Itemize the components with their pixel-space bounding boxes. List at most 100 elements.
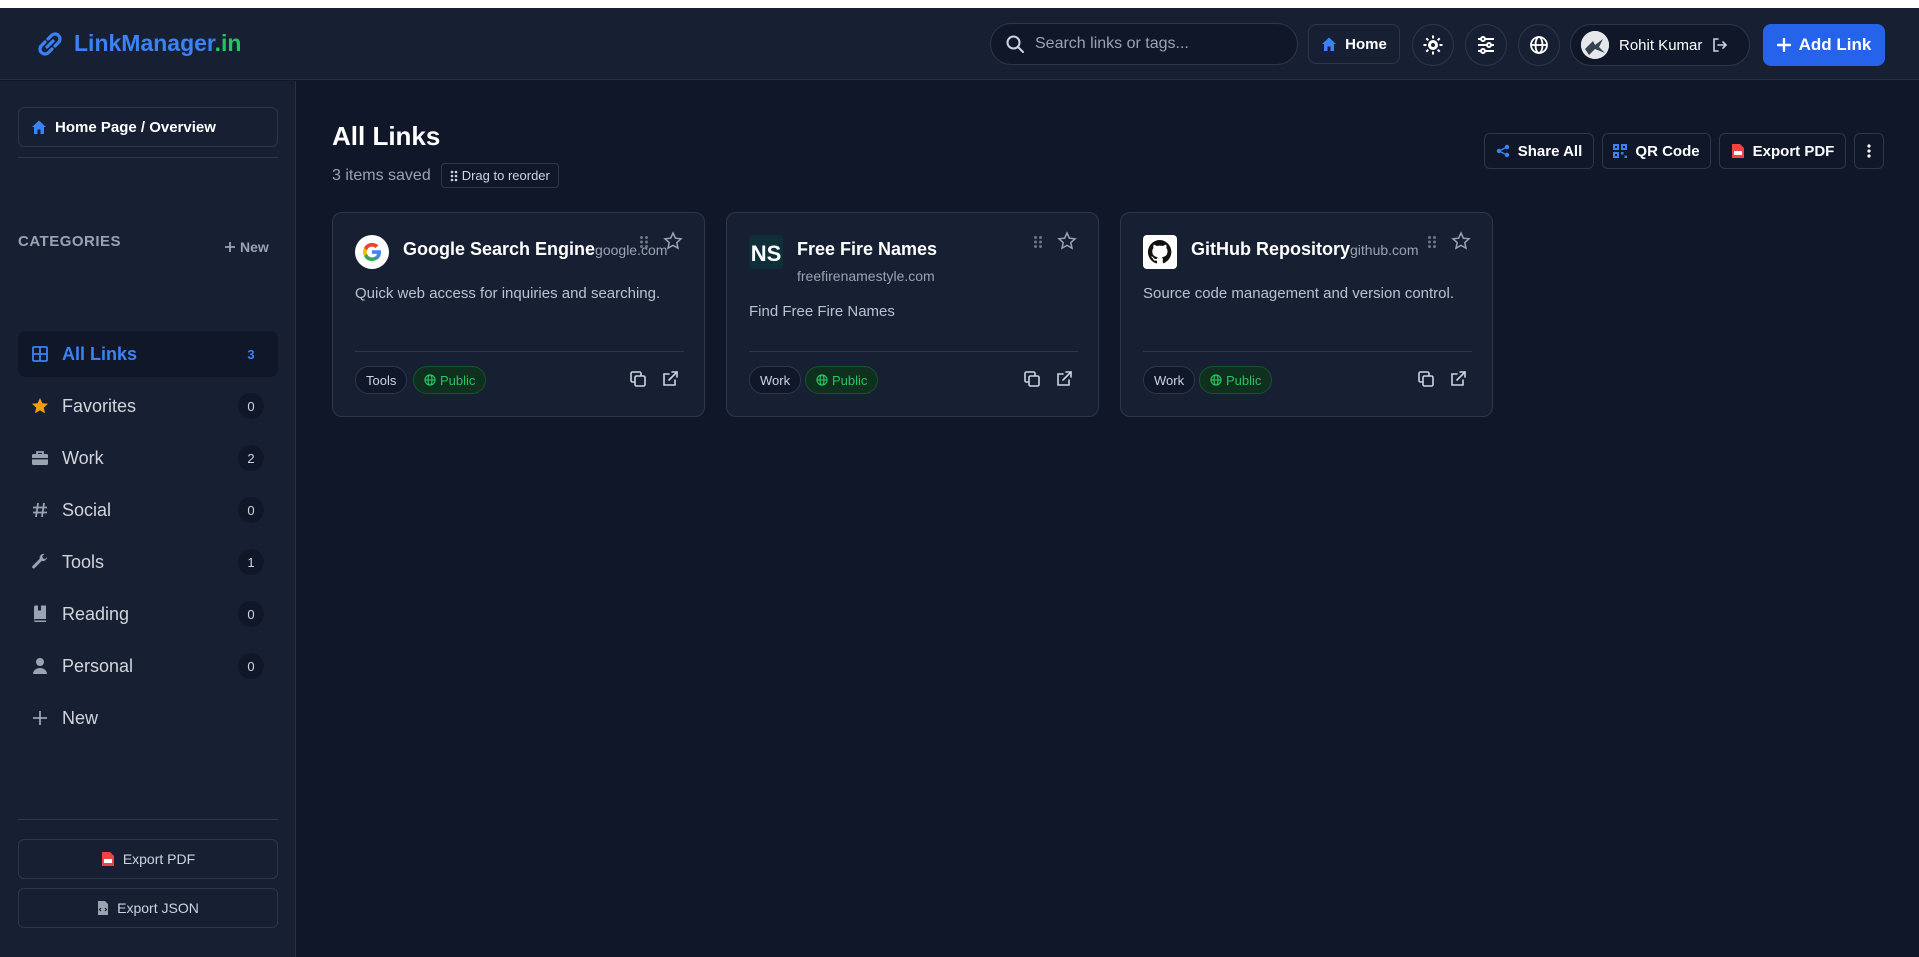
new-category-button[interactable]: New	[224, 239, 269, 255]
drag-handle-icon[interactable]	[1427, 235, 1437, 249]
drag-hint-label: Drag to reorder	[461, 168, 550, 183]
github-favicon	[1143, 235, 1177, 269]
sidebar-item-tools[interactable]: Tools 1	[18, 539, 278, 585]
drag-handle-icon[interactable]	[1033, 235, 1043, 249]
sidebar-item-favorites[interactable]: Favorites 0	[18, 383, 278, 429]
browser-top-strip	[0, 0, 1919, 8]
divider	[18, 819, 278, 820]
sidebar-item-label: New	[62, 707, 99, 728]
home-button-label: Home	[1345, 35, 1387, 53]
logo-text: LinkManager	[74, 30, 215, 56]
copy-icon[interactable]	[1417, 370, 1435, 388]
add-link-button[interactable]: Add Link	[1763, 24, 1885, 66]
share-all-button[interactable]: Share All	[1484, 133, 1594, 169]
theme-toggle-button[interactable]	[1412, 24, 1454, 66]
search-input[interactable]	[1035, 35, 1285, 53]
count-badge: 0	[238, 393, 264, 419]
user-menu[interactable]: Rohit Kumar	[1570, 24, 1750, 66]
link-domain: freefirenamestyle.com	[797, 268, 935, 284]
pdf-icon	[1731, 144, 1744, 158]
link-title[interactable]: GitHub Repositorygithub.com	[1191, 239, 1419, 260]
link-card[interactable]: NS Free Fire Names freefirenamestyle.com…	[726, 212, 1099, 417]
export-pdf-header-label: Export PDF	[1752, 142, 1835, 160]
visibility-badge: Public	[413, 366, 487, 394]
external-link-icon[interactable]	[1055, 370, 1073, 388]
new-category-label: New	[240, 239, 269, 255]
copy-icon[interactable]	[1023, 370, 1041, 388]
add-link-label: Add Link	[1798, 35, 1872, 54]
divider	[1143, 351, 1472, 352]
visibility-label: Public	[1226, 372, 1262, 388]
book-icon	[34, 605, 46, 622]
sidebar-item-work[interactable]: Work 2	[18, 435, 278, 481]
search-box[interactable]	[990, 23, 1298, 65]
svg-text:NS: NS	[751, 241, 782, 266]
external-link-icon[interactable]	[1449, 370, 1467, 388]
language-button[interactable]	[1518, 24, 1560, 66]
count-badge: 0	[238, 601, 264, 627]
avatar	[1581, 31, 1609, 59]
export-json-button[interactable]: Export JSON	[18, 888, 278, 928]
link-card[interactable]: Google Search Enginegoogle.com Quick web…	[332, 212, 705, 417]
sidebar-item-new[interactable]: New	[18, 695, 278, 741]
share-icon	[1496, 144, 1509, 158]
settings-sliders-button[interactable]	[1465, 24, 1507, 66]
copy-icon[interactable]	[629, 370, 647, 388]
globe-icon	[1210, 374, 1222, 386]
page-title: All Links	[332, 121, 441, 151]
link-description: Find Free Fire Names	[749, 303, 895, 320]
link-title-text: GitHub Repository	[1191, 239, 1351, 259]
star-outline-icon[interactable]	[663, 231, 683, 251]
drag-handle-icon[interactable]	[639, 235, 649, 249]
logo-suffix: .in	[214, 30, 242, 56]
link-description: Quick web access for inquiries and searc…	[355, 285, 661, 302]
star-outline-icon[interactable]	[1451, 231, 1471, 251]
link-domain: github.com	[1350, 242, 1419, 258]
export-pdf-header-button[interactable]: Export PDF	[1719, 133, 1846, 169]
count-badge: 0	[238, 653, 264, 679]
home-icon	[1322, 37, 1337, 51]
count-badge: 2	[238, 445, 264, 471]
page-subtitle: 3 items saved Drag to reorder	[332, 163, 559, 188]
user-icon	[33, 658, 47, 674]
main-content: All Links 3 items saved Drag to reorder …	[297, 81, 1919, 957]
logout-icon[interactable]	[1712, 37, 1728, 53]
breadcrumb[interactable]: Home Page / Overview	[18, 107, 278, 147]
link-title[interactable]: Free Fire Names	[797, 239, 937, 260]
plus-icon	[225, 242, 235, 252]
home-button[interactable]: Home	[1308, 24, 1400, 64]
star-icon	[32, 398, 48, 414]
items-count: 3 items saved	[332, 166, 431, 184]
export-pdf-button[interactable]: Export PDF	[18, 839, 278, 879]
globe-icon	[424, 374, 436, 386]
home-icon	[32, 120, 46, 134]
sidebar-item-label: Reading	[62, 603, 130, 624]
sidebar-item-reading[interactable]: Reading 0	[18, 591, 278, 637]
qr-code-label: QR Code	[1635, 142, 1700, 160]
sidebar-item-personal[interactable]: Personal 0	[18, 643, 278, 689]
visibility-badge: Public	[805, 366, 879, 394]
grip-icon	[450, 170, 458, 181]
sidebar-item-all-links[interactable]: All Links 3	[18, 331, 278, 377]
link-domain: google.com	[595, 242, 668, 258]
sun-icon	[1423, 35, 1443, 55]
hash-icon	[33, 502, 47, 518]
count-badge: 1	[238, 549, 264, 575]
wrench-icon	[32, 553, 48, 569]
more-options-button[interactable]	[1854, 133, 1884, 169]
divider	[18, 157, 278, 158]
star-outline-icon[interactable]	[1057, 231, 1077, 251]
link-title[interactable]: Google Search Enginegoogle.com	[403, 239, 667, 260]
sidebar-item-label: Favorites	[62, 395, 137, 416]
app-logo[interactable]: LinkManager.in	[34, 30, 241, 57]
sidebar-item-label: Social	[62, 499, 112, 520]
sidebar-item-social[interactable]: Social 0	[18, 487, 278, 533]
link-card[interactable]: GitHub Repositorygithub.com Source code …	[1120, 212, 1493, 417]
link-title-text: Google Search Engine	[403, 239, 596, 259]
external-link-icon[interactable]	[661, 370, 679, 388]
count-badge: 0	[238, 497, 264, 523]
sidebar: Home Page / Overview CATEGORIES New All …	[0, 81, 296, 957]
sliders-icon	[1478, 36, 1494, 54]
categories-heading: CATEGORIES	[18, 233, 122, 250]
qr-code-button[interactable]: QR Code	[1602, 133, 1711, 169]
